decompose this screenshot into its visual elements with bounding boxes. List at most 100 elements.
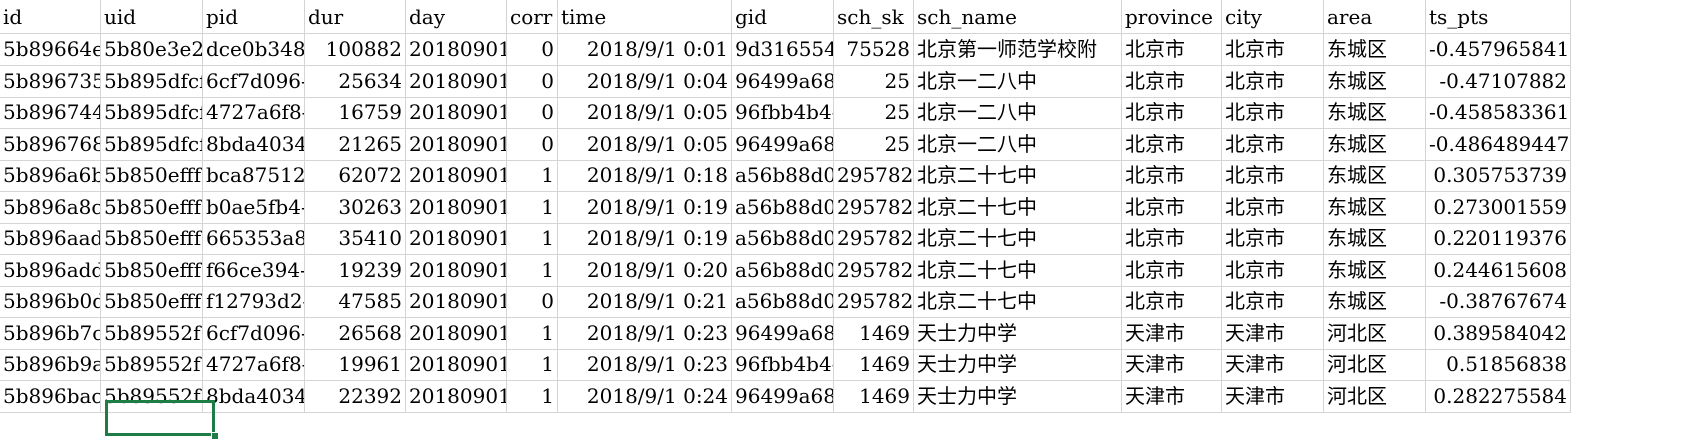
cell-ts-pts[interactable]: 0.220119376: [1426, 221, 1571, 255]
cell-dur[interactable]: 25634: [305, 64, 406, 98]
cell-sch-name[interactable]: 北京第一师范学校附: [914, 32, 1122, 66]
cell-id[interactable]: 5b8967682: [0, 127, 101, 161]
cell-time[interactable]: 2018/9/1 0:18: [558, 158, 732, 192]
column-header-corr[interactable]: corr: [507, 0, 558, 34]
column-header-gid[interactable]: gid: [732, 0, 834, 34]
cell-day[interactable]: 20180901: [406, 95, 507, 129]
cell-province[interactable]: 北京市: [1122, 284, 1222, 318]
cell-pid[interactable]: f66ce394-c: [203, 253, 305, 287]
cell-uid[interactable]: 5b89552f3: [101, 316, 203, 350]
cell-ts-pts[interactable]: -0.486489447: [1426, 127, 1571, 161]
cell-pid[interactable]: 8bda4034-7: [203, 379, 305, 413]
cell-ts-pts[interactable]: 0.305753739: [1426, 158, 1571, 192]
cell-corr[interactable]: 1: [507, 190, 558, 224]
cell-gid[interactable]: a56b88d0-: [732, 253, 834, 287]
cell-time[interactable]: 2018/9/1 0:20: [558, 253, 732, 287]
cell-dur[interactable]: 21265: [305, 127, 406, 161]
cell-city[interactable]: 天津市: [1222, 316, 1324, 350]
column-header-time[interactable]: time: [558, 0, 732, 34]
cell-uid[interactable]: 5b850efff2: [101, 221, 203, 255]
cell-gid[interactable]: a56b88d0-: [732, 221, 834, 255]
cell-city[interactable]: 北京市: [1222, 253, 1324, 287]
cell-gid[interactable]: 96fbb4b4-5: [732, 347, 834, 381]
cell-day[interactable]: 20180901: [406, 221, 507, 255]
cell-area[interactable]: 东城区: [1324, 158, 1426, 192]
cell-area[interactable]: 河北区: [1324, 316, 1426, 350]
cell-time[interactable]: 2018/9/1 0:23: [558, 347, 732, 381]
cell-day[interactable]: 20180901: [406, 347, 507, 381]
cell-province[interactable]: 北京市: [1122, 95, 1222, 129]
cell-dur[interactable]: 47585: [305, 284, 406, 318]
cell-area[interactable]: 东城区: [1324, 127, 1426, 161]
cell-day[interactable]: 20180901: [406, 379, 507, 413]
cell-sch-sk[interactable]: 25: [834, 127, 914, 161]
cell-time[interactable]: 2018/9/1 0:23: [558, 316, 732, 350]
cell-day[interactable]: 20180901: [406, 64, 507, 98]
cell-uid[interactable]: 5b895dfcf5: [101, 95, 203, 129]
cell-area[interactable]: 河北区: [1324, 379, 1426, 413]
cell-province[interactable]: 天津市: [1122, 347, 1222, 381]
cell-sch-sk[interactable]: 25: [834, 95, 914, 129]
cell-area[interactable]: 东城区: [1324, 95, 1426, 129]
cell-dur[interactable]: 19961: [305, 347, 406, 381]
cell-uid[interactable]: 5b850efff2: [101, 253, 203, 287]
cell-id[interactable]: 5b896b7c2: [0, 316, 101, 350]
cell-day[interactable]: 20180901: [406, 253, 507, 287]
cell-time[interactable]: 2018/9/1 0:19: [558, 221, 732, 255]
cell-area[interactable]: 东城区: [1324, 64, 1426, 98]
cell-province[interactable]: 北京市: [1122, 32, 1222, 66]
cell-day[interactable]: 20180901: [406, 32, 507, 66]
cell-corr[interactable]: 1: [507, 379, 558, 413]
cell-gid[interactable]: 96499a68-5: [732, 316, 834, 350]
cell-area[interactable]: 东城区: [1324, 284, 1426, 318]
cell-province[interactable]: 北京市: [1122, 253, 1222, 287]
cell-id[interactable]: 5b89664e2: [0, 32, 101, 66]
cell-corr[interactable]: 1: [507, 316, 558, 350]
cell-dur[interactable]: 100882: [305, 32, 406, 66]
cell-sch-name[interactable]: 北京二十七中: [914, 158, 1122, 192]
cell-ts-pts[interactable]: 0.282275584: [1426, 379, 1571, 413]
cell-area[interactable]: 东城区: [1324, 32, 1426, 66]
cell-dur[interactable]: 19239: [305, 253, 406, 287]
cell-area[interactable]: 东城区: [1324, 253, 1426, 287]
cell-province[interactable]: 北京市: [1122, 127, 1222, 161]
cell-uid[interactable]: 5b89552f3: [101, 379, 203, 413]
cell-province[interactable]: 北京市: [1122, 64, 1222, 98]
cell-corr[interactable]: 0: [507, 32, 558, 66]
cell-dur[interactable]: 26568: [305, 316, 406, 350]
cell-corr[interactable]: 0: [507, 284, 558, 318]
cell-uid[interactable]: 5b850efff2: [101, 190, 203, 224]
cell-time[interactable]: 2018/9/1 0:01: [558, 32, 732, 66]
cell-sch-sk[interactable]: 295782: [834, 253, 914, 287]
cell-corr[interactable]: 0: [507, 95, 558, 129]
cell-gid[interactable]: a56b88d0-: [732, 158, 834, 192]
cell-dur[interactable]: 35410: [305, 221, 406, 255]
cell-sch-sk[interactable]: 295782: [834, 221, 914, 255]
cell-city[interactable]: 北京市: [1222, 64, 1324, 98]
column-header-pid[interactable]: pid: [203, 0, 305, 34]
cell-uid[interactable]: 5b89552f3: [101, 347, 203, 381]
cell-dur[interactable]: 62072: [305, 158, 406, 192]
cell-ts-pts[interactable]: 0.273001559: [1426, 190, 1571, 224]
column-header-sch-sk[interactable]: sch_sk: [834, 0, 914, 34]
cell-id[interactable]: 5b896a8c2: [0, 190, 101, 224]
cell-province[interactable]: 北京市: [1122, 221, 1222, 255]
cell-sch-name[interactable]: 天士力中学: [914, 316, 1122, 350]
cell-sch-sk[interactable]: 1469: [834, 347, 914, 381]
cell-sch-sk[interactable]: 295782: [834, 190, 914, 224]
cell-city[interactable]: 北京市: [1222, 158, 1324, 192]
cell-uid[interactable]: 5b850efff2: [101, 158, 203, 192]
cell-corr[interactable]: 0: [507, 127, 558, 161]
cell-city[interactable]: 北京市: [1222, 221, 1324, 255]
cell-corr[interactable]: 1: [507, 347, 558, 381]
cell-area[interactable]: 东城区: [1324, 190, 1426, 224]
cell-gid[interactable]: a56b88d0-: [732, 190, 834, 224]
cell-pid[interactable]: dce0b348-7: [203, 32, 305, 66]
cell-id[interactable]: 5b896b0d2: [0, 284, 101, 318]
cell-area[interactable]: 河北区: [1324, 347, 1426, 381]
cell-sch-sk[interactable]: 1469: [834, 316, 914, 350]
cell-sch-name[interactable]: 北京一二八中: [914, 95, 1122, 129]
column-header-province[interactable]: province: [1122, 0, 1222, 34]
cell-day[interactable]: 20180901: [406, 127, 507, 161]
cell-time[interactable]: 2018/9/1 0:21: [558, 284, 732, 318]
